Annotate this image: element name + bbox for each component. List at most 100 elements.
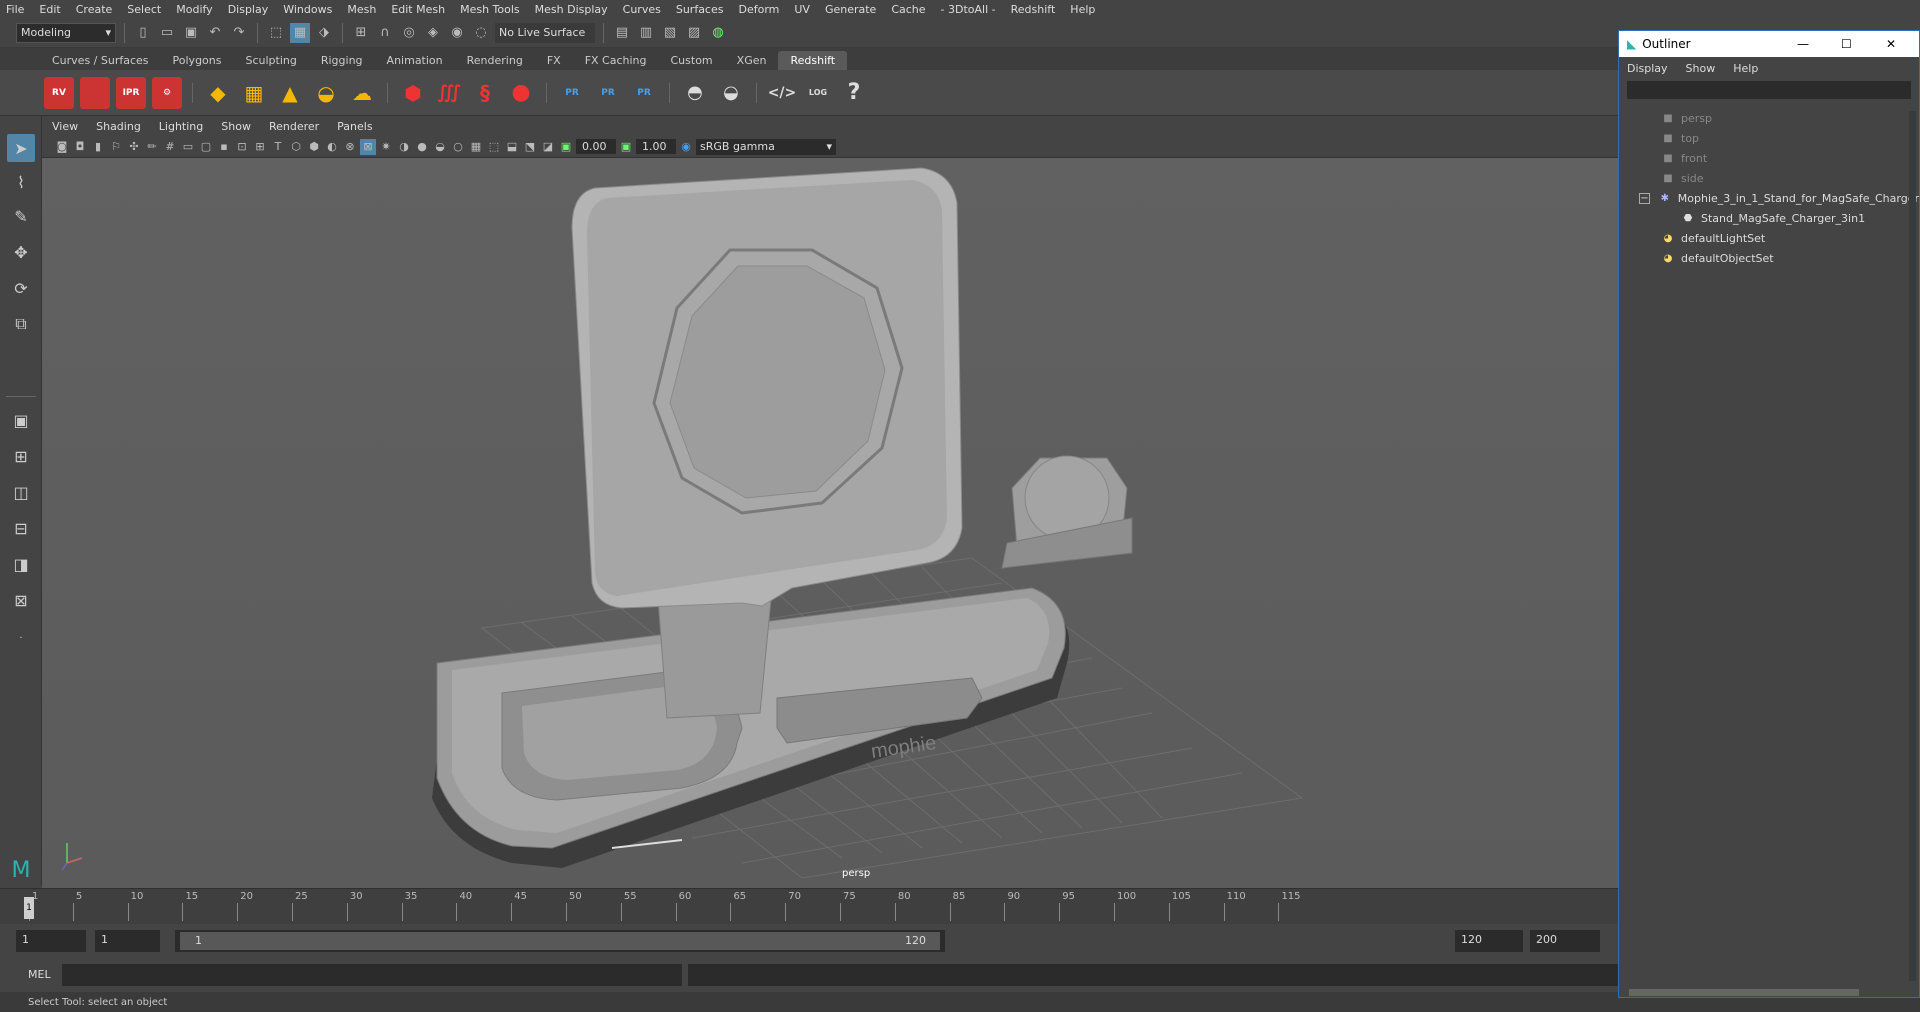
anim-end-field[interactable]: 200 — [1530, 930, 1600, 952]
move-tool-icon[interactable]: ✥ — [7, 238, 35, 266]
xray-icon[interactable]: ⬓ — [504, 139, 520, 155]
snap-live-icon[interactable]: ◌ — [471, 23, 491, 43]
smooth-shade-icon[interactable]: ⬢ — [306, 139, 322, 155]
single-pane-layout-icon[interactable]: ▣ — [7, 406, 35, 434]
snap-projected-icon[interactable]: ◈ — [423, 23, 443, 43]
redo-icon[interactable]: ↷ — [229, 23, 249, 43]
menu-modify[interactable]: Modify — [176, 3, 212, 16]
render-frame-icon[interactable]: ▤ — [612, 23, 632, 43]
rs-render-view-button[interactable]: RV — [44, 76, 74, 109]
menu-mesh[interactable]: Mesh — [347, 3, 376, 16]
rs-code-icon[interactable]: </> — [767, 77, 797, 109]
exposure-field[interactable]: 0.00 — [576, 139, 616, 154]
menu-3dtoall[interactable]: - 3DtoAll - — [941, 3, 996, 16]
outliner-item-persp[interactable]: ■ persp — [1661, 109, 1712, 127]
rs-dome-light-icon[interactable]: ◒ — [311, 77, 341, 109]
minimize-icon[interactable]: — — [1797, 37, 1809, 51]
anim-start-field[interactable]: 1 — [16, 930, 86, 952]
rs-portal-light-icon[interactable]: ▦ — [239, 77, 269, 109]
menu-create[interactable]: Create — [76, 3, 113, 16]
snap-curve-icon[interactable]: ∩ — [375, 23, 395, 43]
four-pane-layout-icon[interactable]: ⊞ — [7, 442, 35, 470]
gamma-field[interactable]: 1.00 — [636, 139, 676, 154]
resolution-gate-icon[interactable]: ▢ — [198, 139, 214, 155]
menu-file[interactable]: File — [6, 3, 24, 16]
rs-help-button[interactable]: ? — [839, 77, 869, 109]
menu-uv[interactable]: UV — [794, 3, 810, 16]
hypershade-layout-icon[interactable]: ⊠ — [7, 586, 35, 614]
rs-area-light-icon[interactable]: ◆ — [203, 77, 233, 109]
panel-menu-renderer[interactable]: Renderer — [269, 120, 319, 133]
wireframe-on-shaded-icon[interactable]: ⊗ — [342, 139, 358, 155]
menu-select[interactable]: Select — [127, 3, 161, 16]
select-tool-icon[interactable]: ➤ — [7, 134, 35, 162]
rs-sphere-icon[interactable]: ● — [506, 77, 536, 109]
undo-icon[interactable]: ↶ — [205, 23, 225, 43]
tab-xgen[interactable]: XGen — [725, 51, 779, 70]
grid-toggle-icon[interactable]: # — [162, 139, 178, 155]
menu-mesh-display[interactable]: Mesh Display — [535, 3, 608, 16]
panel-menu-lighting[interactable]: Lighting — [159, 120, 203, 133]
lasso-tool-icon[interactable]: ⌇ — [7, 168, 35, 196]
rs-settings-button[interactable]: ⚙ — [152, 76, 182, 109]
menu-surfaces[interactable]: Surfaces — [676, 3, 724, 16]
select-object-icon[interactable]: ▦ — [290, 22, 310, 43]
menu-help[interactable]: Help — [1070, 3, 1095, 16]
mode-select[interactable]: Modeling ▾ — [16, 22, 116, 43]
gamma-icon[interactable]: ▣ — [618, 139, 634, 155]
rs-hair-icon[interactable]: ∭ — [434, 77, 464, 109]
panel-menu-panels[interactable]: Panels — [337, 120, 372, 133]
shadows-icon[interactable]: ◑ — [396, 139, 412, 155]
bookmark-icon[interactable]: ▮ — [90, 139, 106, 155]
film-gate-icon[interactable]: ▭ — [180, 139, 196, 155]
snap-grid-icon[interactable]: ⊞ — [351, 23, 371, 43]
viewport-persp[interactable]: mophie persp — [42, 158, 1618, 888]
command-input[interactable] — [62, 964, 682, 986]
range-slider-handle[interactable] — [180, 932, 940, 950]
rs-render-button[interactable] — [80, 76, 110, 109]
outliner-menu-show[interactable]: Show — [1686, 62, 1716, 75]
motion-blur-icon[interactable]: ◒ — [432, 139, 448, 155]
tab-fx-caching[interactable]: FX Caching — [573, 51, 659, 70]
outliner-item-top[interactable]: ■ top — [1661, 129, 1699, 147]
outliner-menu-help[interactable]: Help — [1733, 62, 1758, 75]
outliner-menu-display[interactable]: Display — [1627, 62, 1668, 75]
collapse-icon[interactable]: − — [1639, 192, 1650, 204]
tab-rendering[interactable]: Rendering — [455, 51, 535, 70]
maximize-icon[interactable]: ☐ — [1841, 37, 1852, 51]
xray-joints-icon[interactable]: ⬔ — [522, 139, 538, 155]
rs-log-button[interactable]: LOG — [803, 77, 833, 109]
outliner-search-input[interactable] — [1627, 81, 1911, 99]
rs-proxy-icon[interactable]: ⬢ — [398, 77, 428, 109]
antialiasing-icon[interactable]: ○ — [450, 139, 466, 155]
outliner-item-side[interactable]: ■ side — [1661, 169, 1703, 187]
rs-material-assign-icon[interactable]: ◒ — [716, 77, 746, 109]
menu-cache[interactable]: Cache — [891, 3, 925, 16]
isolate-select-icon[interactable]: ⬚ — [486, 139, 502, 155]
outliner-horizontal-scrollbar[interactable] — [1629, 989, 1859, 996]
view-transform-select[interactable]: sRGB gamma ▾ — [696, 138, 836, 155]
safe-action-icon[interactable]: ⊞ — [252, 139, 268, 155]
menu-redshift[interactable]: Redshift — [1011, 3, 1056, 16]
snap-point-icon[interactable]: ◎ — [399, 23, 419, 43]
outliner-item-default-light-set[interactable]: ◕ defaultLightSet — [1661, 229, 1766, 247]
two-pane-layout-icon[interactable]: ◫ — [7, 478, 35, 506]
tab-sculpting[interactable]: Sculpting — [233, 51, 308, 70]
menu-edit-mesh[interactable]: Edit Mesh — [391, 3, 445, 16]
default-material-icon[interactable]: ◐ — [324, 139, 340, 155]
rotate-tool-icon[interactable]: ⟳ — [7, 274, 35, 302]
new-scene-icon[interactable]: ▯ — [133, 23, 153, 43]
grease-pencil-icon[interactable]: ✏ — [144, 139, 160, 155]
snap-view-icon[interactable]: ◉ — [447, 23, 467, 43]
tab-animation[interactable]: Animation — [375, 51, 455, 70]
menu-generate[interactable]: Generate — [825, 3, 876, 16]
more-layouts-icon[interactable]: · — [7, 624, 35, 652]
outliner-layout-icon[interactable]: ⊟ — [7, 514, 35, 542]
close-icon[interactable]: ✕ — [1886, 37, 1896, 51]
panel-menu-view[interactable]: View — [52, 120, 78, 133]
safe-title-icon[interactable]: T — [270, 139, 286, 155]
menu-curves[interactable]: Curves — [623, 3, 661, 16]
rs-pr-button-2[interactable]: PR — [593, 77, 623, 109]
tab-redshift[interactable]: Redshift — [778, 51, 848, 70]
ipr-render-icon[interactable]: ▥ — [636, 23, 656, 43]
